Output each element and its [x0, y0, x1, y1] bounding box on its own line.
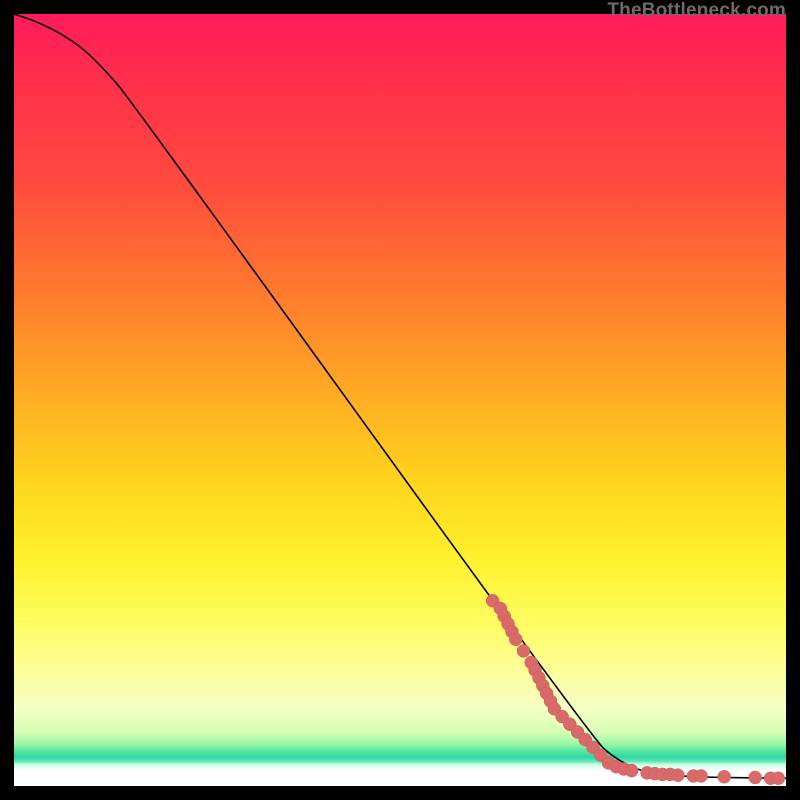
chart-marker: [695, 769, 708, 782]
chart-curve: [14, 14, 786, 778]
chart-marker: [517, 644, 530, 657]
chart-markers: [486, 594, 785, 785]
chart-marker: [749, 771, 762, 784]
chart-marker: [718, 770, 731, 783]
chart-marker: [772, 772, 785, 785]
stage: TheBottleneck.com: [0, 0, 800, 800]
chart-marker: [625, 764, 638, 777]
plot-area: TheBottleneck.com: [14, 14, 786, 786]
chart-marker: [509, 633, 522, 646]
chart-marker: [671, 769, 684, 782]
chart-overlay: [14, 14, 786, 786]
